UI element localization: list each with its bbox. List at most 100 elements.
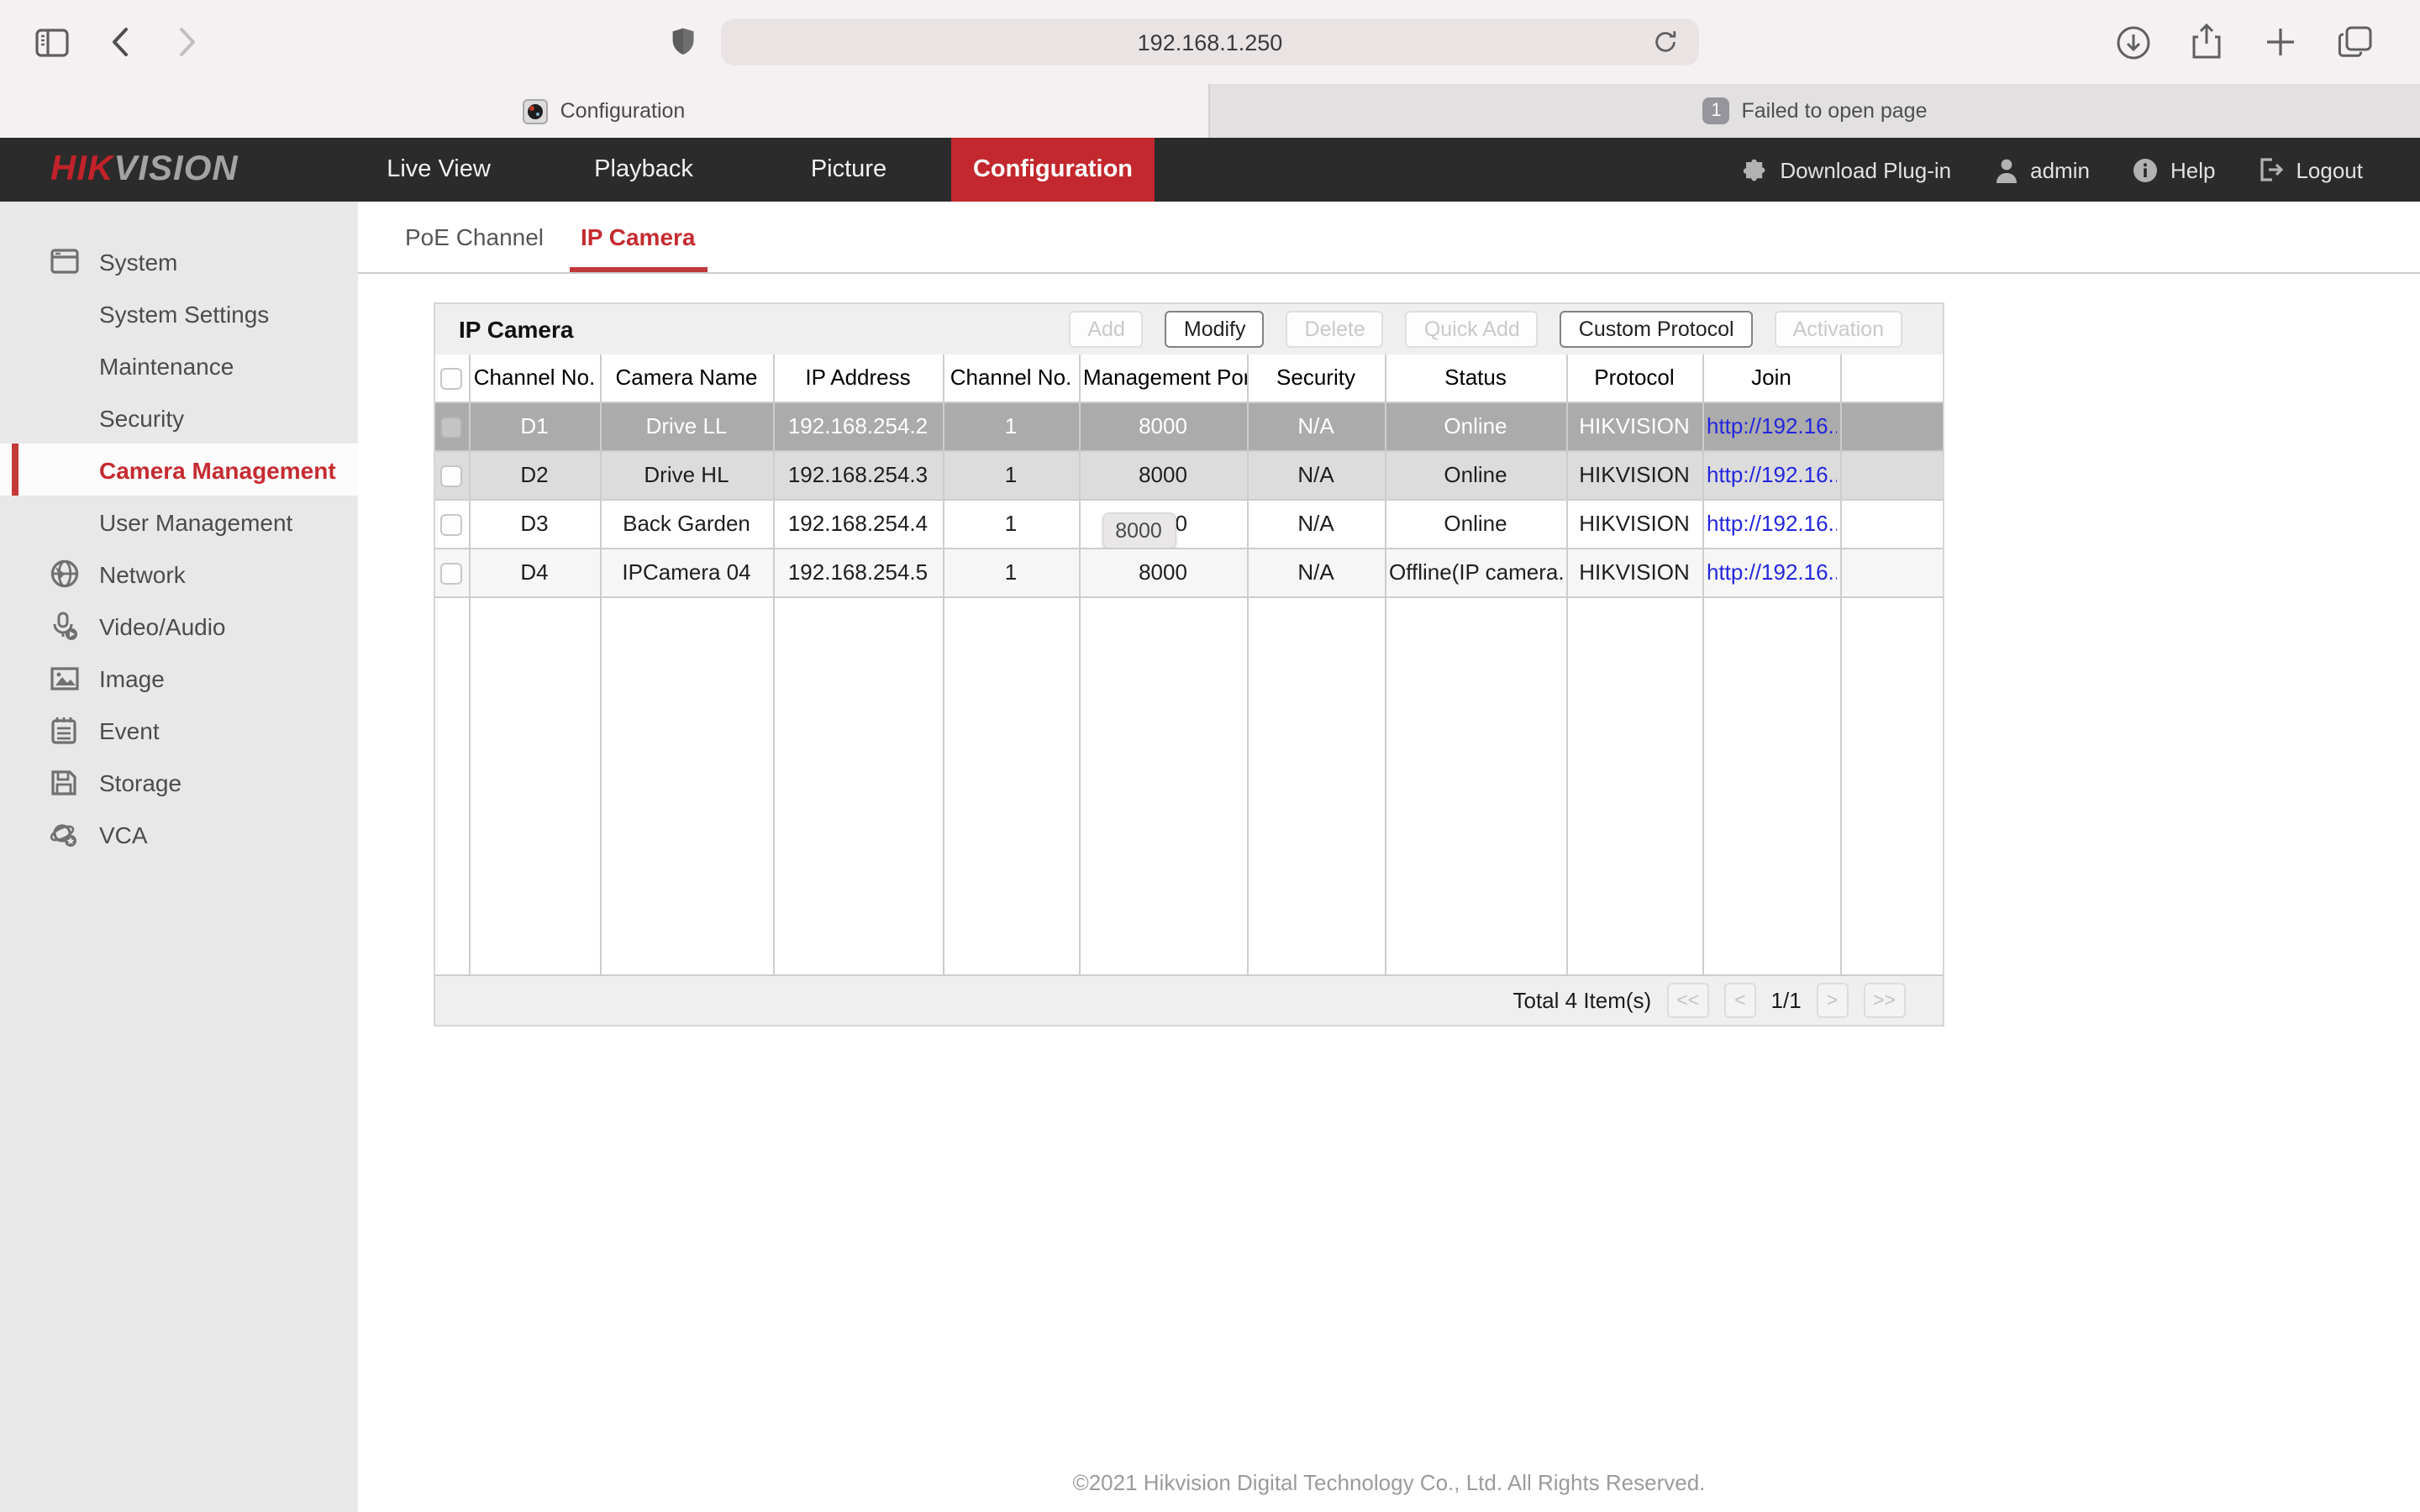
sidebar-item-event[interactable]: Event: [0, 704, 358, 756]
prev-page-button[interactable]: <: [1724, 983, 1756, 1018]
col-channel-no: Channel No.: [469, 354, 601, 402]
app-header: HIKVISION Live View Playback Picture Con…: [0, 138, 2420, 202]
next-page-button[interactable]: >: [1816, 983, 1849, 1018]
nav-live-view[interactable]: Live View: [336, 138, 541, 202]
last-page-button[interactable]: >>: [1863, 983, 1906, 1018]
tab-title: Failed to open page: [1741, 99, 1928, 123]
select-all-checkbox[interactable]: [440, 368, 463, 391]
first-page-button[interactable]: <<: [1666, 983, 1710, 1018]
browser-tab-bar: Configuration 1 Failed to open page: [0, 84, 2420, 138]
camera-favicon-icon: [523, 98, 549, 123]
storage-icon: [49, 767, 79, 797]
back-button-icon[interactable]: [101, 24, 138, 60]
add-button[interactable]: Add: [1069, 311, 1144, 348]
ip-camera-panel: IP Camera Add Modify Delete Quick Add Cu…: [434, 302, 1944, 1026]
nav-playback[interactable]: Playback: [541, 138, 746, 202]
main-content: PoE Channel IP Camera IP Camera Add Modi…: [358, 202, 2420, 1512]
camera-table: Channel No. Camera Name IP Address Chann…: [435, 354, 1943, 974]
user-menu[interactable]: admin: [1995, 157, 2090, 182]
sidebar-item-vca[interactable]: VCA: [0, 808, 358, 860]
sidebar-item-image[interactable]: Image: [0, 652, 358, 704]
downloads-icon[interactable]: [2114, 24, 2151, 60]
row-checkbox[interactable]: [440, 417, 463, 439]
tab-poe-channel[interactable]: PoE Channel: [393, 202, 555, 272]
event-icon: [49, 715, 79, 745]
video-audio-icon: [49, 611, 79, 641]
sidebar-item-maintenance[interactable]: Maintenance: [0, 339, 358, 391]
vca-icon: [49, 819, 79, 849]
delete-button[interactable]: Delete: [1286, 311, 1384, 348]
row-checkbox[interactable]: [440, 514, 463, 537]
col-security: Security: [1247, 354, 1386, 402]
col-join: Join: [1702, 354, 1841, 402]
row-checkbox[interactable]: [440, 563, 463, 585]
sidebar-item-network[interactable]: Network: [0, 548, 358, 600]
nav-configuration[interactable]: Configuration: [951, 138, 1155, 202]
sidebar: System System Settings Maintenance Secur…: [0, 202, 358, 1512]
sidebar-item-storage[interactable]: Storage: [0, 756, 358, 808]
sidebar-item-user-management[interactable]: User Management: [0, 496, 358, 548]
logout-button[interactable]: Logout: [2259, 157, 2363, 182]
table-row[interactable]: D1 Drive LL 192.168.254.2 1 8000 N/A Onl…: [435, 402, 1943, 451]
col-status: Status: [1385, 354, 1567, 402]
tab-failed-page[interactable]: 1 Failed to open page: [1208, 84, 2420, 138]
camera-link[interactable]: http://192.16...: [1707, 413, 1836, 438]
table-row[interactable]: D2 Drive HL 192.168.254.3 1 8000 N/A Onl…: [435, 450, 1943, 500]
custom-protocol-button[interactable]: Custom Protocol: [1560, 311, 1753, 348]
table-header-row: Channel No. Camera Name IP Address Chann…: [435, 354, 1943, 402]
row-checkbox[interactable]: [440, 465, 463, 488]
screen: 192.168.1.250 Configuration 1 Failed to …: [0, 0, 2420, 1512]
main-nav: Live View Playback Picture Configuration: [336, 138, 1155, 202]
tab-count-badge: 1: [1702, 97, 1730, 124]
forward-button-icon[interactable]: [168, 24, 205, 60]
quick-add-button[interactable]: Quick Add: [1405, 311, 1539, 348]
header-checkbox-cell: [435, 354, 470, 402]
new-tab-icon[interactable]: [2262, 24, 2299, 60]
content-tab-strip: PoE Channel IP Camera: [358, 202, 2420, 274]
sidebar-item-system[interactable]: System: [0, 235, 358, 287]
page-indicator: 1/1: [1770, 988, 1802, 1013]
tab-overview-icon[interactable]: [2336, 24, 2373, 60]
port-tooltip: 8000: [1102, 512, 1176, 546]
modify-button[interactable]: Modify: [1165, 311, 1265, 348]
panel-header: IP Camera Add Modify Delete Quick Add Cu…: [435, 304, 1943, 354]
privacy-shield-icon[interactable]: [671, 27, 696, 57]
total-items-label: Total 4 Item(s): [1512, 988, 1652, 1013]
tab-ip-camera[interactable]: IP Camera: [569, 202, 708, 272]
logout-icon: [2259, 158, 2284, 181]
camera-link[interactable]: http://192.16...: [1707, 559, 1836, 585]
col-extra: [1840, 354, 1943, 402]
network-icon: [49, 559, 79, 589]
image-icon: [49, 663, 79, 693]
address-bar[interactable]: 192.168.1.250: [721, 18, 1699, 66]
table-row[interactable]: D3 Back Garden 192.168.254.4 1 8000 8000…: [435, 499, 1943, 549]
panel-title: IP Camera: [459, 316, 574, 343]
copyright-text: ©2021 Hikvision Digital Technology Co., …: [1072, 1470, 1706, 1495]
camera-link[interactable]: http://192.16...: [1707, 511, 1836, 536]
sidebar-item-video-audio[interactable]: Video/Audio: [0, 600, 358, 652]
download-plugin-button[interactable]: Download Plug-in: [1741, 156, 1951, 183]
nav-picture[interactable]: Picture: [746, 138, 951, 202]
col-protocol: Protocol: [1566, 354, 1703, 402]
sidebar-item-system-settings[interactable]: System Settings: [0, 287, 358, 339]
panel-toolbar: Add Modify Delete Quick Add Custom Proto…: [1069, 311, 1902, 348]
table-row[interactable]: D4 IPCamera 04 192.168.254.5 1 8000 N/A …: [435, 548, 1943, 597]
empty-table-space: [435, 596, 1943, 974]
sidebar-item-security[interactable]: Security: [0, 391, 358, 444]
user-icon: [1995, 157, 2018, 182]
sidebar-item-camera-management[interactable]: Camera Management: [0, 444, 358, 496]
col-management-port: Management Port: [1079, 354, 1248, 402]
reload-icon[interactable]: [1652, 29, 1679, 55]
header-actions: Download Plug-in admin Help Logout: [1741, 138, 2363, 202]
system-icon: [49, 246, 79, 276]
url-text: 192.168.1.250: [1137, 29, 1283, 55]
col-ip-address: IP Address: [773, 354, 944, 402]
tab-configuration[interactable]: Configuration: [0, 84, 1208, 138]
help-button[interactable]: Help: [2133, 157, 2215, 182]
sidebar-toggle-icon[interactable]: [34, 24, 71, 60]
camera-link[interactable]: http://192.16...: [1707, 462, 1836, 487]
share-icon[interactable]: [2188, 24, 2225, 60]
info-icon: [2133, 157, 2159, 182]
hikvision-logo: HIKVISION: [50, 150, 239, 188]
activation-button[interactable]: Activation: [1774, 311, 1902, 348]
